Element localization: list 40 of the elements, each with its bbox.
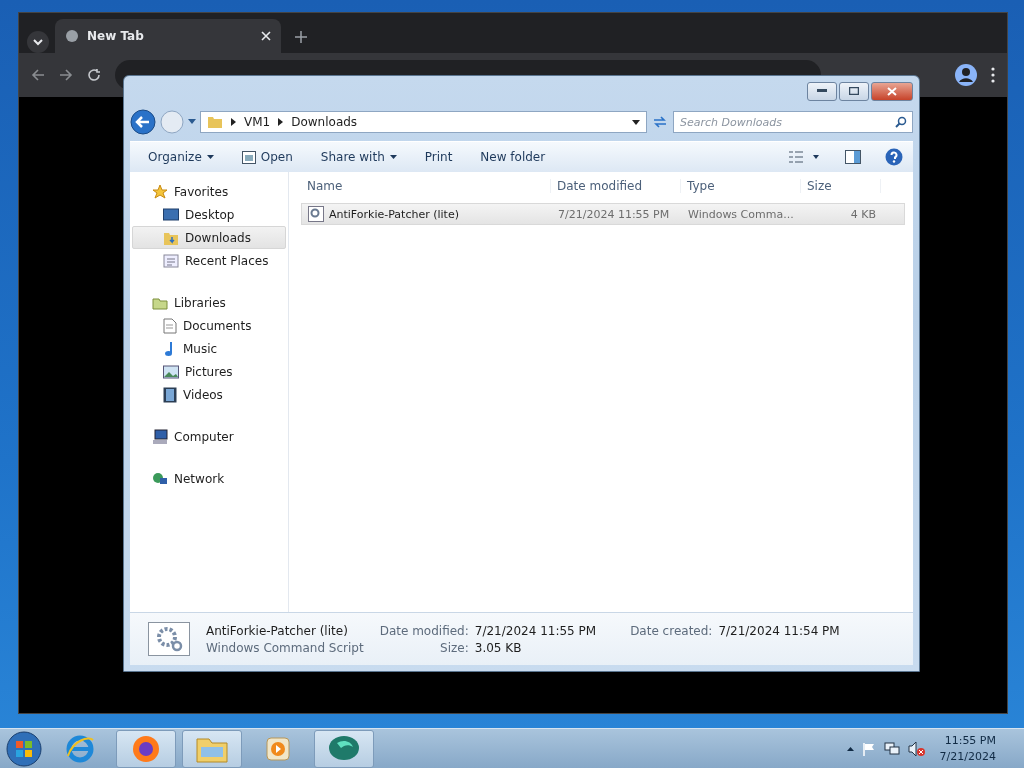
file-type: Windows Command Script (206, 640, 364, 655)
column-header[interactable]: Size (801, 179, 881, 193)
detail-label: Date modified: (379, 623, 469, 638)
sidebar-item[interactable]: Favorites (132, 180, 286, 203)
address-bar[interactable]: VM1 Downloads (200, 111, 647, 133)
sidebar-item[interactable]: Recent Places (132, 249, 286, 272)
search-field[interactable]: Search Downloads (673, 111, 913, 133)
sidebar-item[interactable]: Downloads (132, 226, 286, 249)
toolbar-button[interactable]: Share with (312, 147, 405, 167)
sidebar-item[interactable]: Computer (132, 425, 286, 448)
file-name: AntiForkie-Patcher (lite) (206, 623, 349, 638)
sidebar-item[interactable]: Desktop (132, 203, 286, 226)
column-header[interactable]: Name (301, 179, 551, 193)
browser-tab[interactable]: New Tab (55, 19, 281, 53)
file-row[interactable]: AntiForkie-Patcher (lite) 7/21/2024 11:55 PM Windows Comma... 4 KB (301, 203, 905, 225)
date-modified: 7/21/2024 11:55 PM (557, 207, 671, 221)
toolbar-button[interactable]: Print (416, 147, 461, 167)
sidebar-item[interactable]: Pictures (132, 360, 286, 383)
detail-value: 7/21/2024 11:54 PM (718, 623, 840, 638)
clock-time[interactable]: 11:55 PM (944, 732, 996, 749)
clock-date[interactable]: 7/21/2024 (939, 748, 996, 765)
toolbar-button[interactable]: Organize (140, 147, 222, 167)
column-header[interactable]: Type (681, 179, 801, 193)
breadcrumb-item[interactable]: VM1 (244, 115, 271, 129)
sidebar-item[interactable]: Network (132, 467, 286, 490)
detail-value: 3.05 KB (474, 640, 523, 655)
breadcrumb-item[interactable]: Downloads (291, 115, 358, 129)
toolbar-button[interactable]: New folder (472, 147, 554, 167)
file-type: Windows Comma... (687, 207, 795, 221)
sidebar-item[interactable]: Libraries (132, 291, 286, 314)
detail-value: 7/21/2024 11:55 PM (474, 623, 597, 638)
detail-label: Size: (439, 640, 469, 655)
sidebar-item[interactable]: Documents (132, 314, 286, 337)
file-name: AntiForkie-Patcher (lite) (302, 206, 552, 222)
toolbar-button[interactable]: Open (233, 147, 301, 167)
column-header[interactable]: Date modified (551, 179, 681, 193)
sidebar-item[interactable]: Videos (132, 383, 286, 406)
detail-label: Date created: (630, 623, 713, 638)
sidebar-item[interactable]: Music (132, 337, 286, 360)
file-size: 4 KB (849, 207, 877, 221)
